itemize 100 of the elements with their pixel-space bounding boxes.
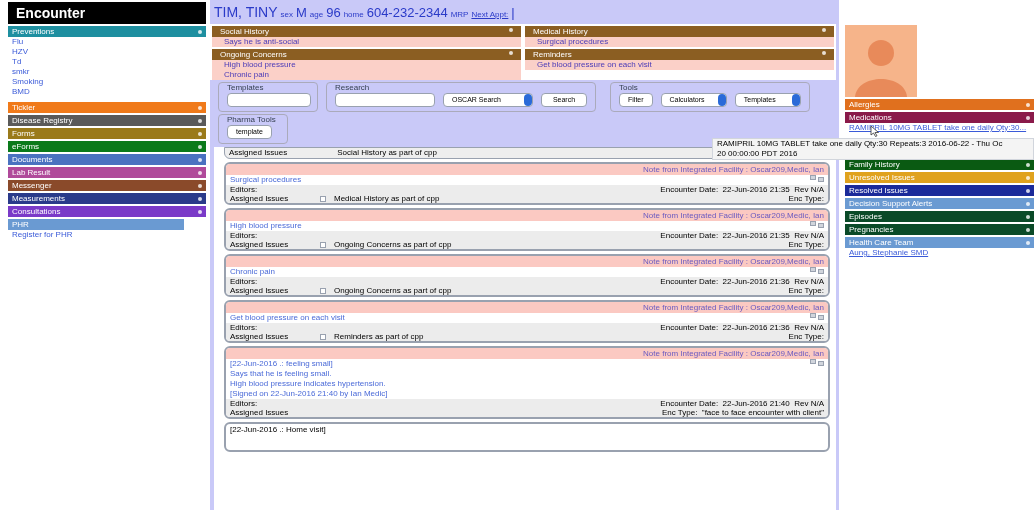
section-title: Episodes: [849, 211, 882, 222]
section-header[interactable]: Allergies: [845, 99, 1034, 110]
encounter-type: Enc Type: "face to face encounter with client": [661, 408, 824, 417]
cpp-item[interactable]: Surgical procedures: [525, 37, 834, 47]
section-header[interactable]: Pregnancies: [845, 224, 1034, 235]
prevention-item[interactable]: smkr: [8, 67, 206, 77]
section-title: Forms: [12, 128, 35, 139]
note-text[interactable]: [Signed on 22-Jun-2016 21:40 by Ian Medic]: [230, 389, 388, 399]
section-header[interactable]: Preventions: [8, 26, 206, 37]
assigned-issues-label: Assigned Issues: [230, 332, 290, 341]
issue-text: Medical History as part of cpp: [334, 194, 440, 203]
patient-info: 96: [326, 4, 341, 22]
patient-info: M: [296, 4, 307, 22]
expand-icon: [198, 105, 202, 110]
patient-info: |: [511, 4, 515, 22]
fieldset-legend: Tools: [619, 83, 801, 93]
note-text[interactable]: High blood pressure: [230, 221, 302, 231]
section-header[interactable]: Family History: [845, 159, 1034, 170]
issue-text: Ongoing Concerns as part of cpp: [334, 286, 452, 295]
note-text[interactable]: Surgical procedures: [230, 175, 302, 185]
note-header: Note from Integrated Facility : Oscar209,Medic, Ian: [226, 302, 828, 313]
issue-checkbox[interactable]: [320, 287, 326, 294]
patient-info: home: [343, 9, 364, 21]
editors-label: Editors:: [230, 185, 258, 194]
encounter-type: Enc Type:: [788, 332, 824, 341]
section-header[interactable]: Resolved Issues: [845, 185, 1034, 196]
expand-icon: [198, 209, 202, 214]
expand-icon: [198, 157, 202, 162]
expand-icon: [198, 183, 202, 188]
section-header[interactable]: Consultations: [8, 206, 206, 217]
dropdown-arrow-icon: [792, 94, 800, 106]
issue-checkbox[interactable]: [320, 241, 326, 248]
panel-item[interactable]: RAMIPRIL 10MG TABLET take one daily Qty:30...: [845, 123, 1034, 133]
panel-item[interactable]: Aung, Stephanie SMD: [845, 248, 1034, 258]
note-text[interactable]: Chronic pain: [230, 267, 275, 277]
note-text[interactable]: High blood pressure indicates hypertension.: [230, 379, 388, 389]
expand-icon: [1026, 162, 1030, 167]
prevention-item[interactable]: HZV: [8, 47, 206, 57]
research-search-field[interactable]: [335, 93, 435, 107]
note-text[interactable]: [22-Jun-2016 .: feeling small]: [230, 359, 388, 369]
expand-icon: [1026, 102, 1030, 107]
prevention-item[interactable]: Flu: [8, 37, 206, 47]
note-editor[interactable]: [22-Jun-2016 .: Home visit]: [224, 422, 830, 452]
cpp-item[interactable]: Chronic pain: [212, 70, 521, 80]
section-title: Documents: [12, 154, 53, 165]
section-title: Preventions: [12, 26, 55, 37]
encounter-type: Enc Type:: [788, 286, 824, 295]
section-header[interactable]: Lab Result: [8, 167, 206, 178]
cpp-header[interactable]: Social History: [212, 26, 521, 37]
register-link[interactable]: Register for PHR: [8, 230, 206, 240]
next-appointment-link[interactable]: Next Appt:: [471, 9, 509, 21]
note-header: Note from Integrated Facility : Oscar209,Medic, Ian: [226, 256, 828, 267]
encounter-type: Enc Type:: [788, 240, 824, 249]
issue-text: Social History as part of cpp: [337, 148, 437, 158]
section-header[interactable]: Forms: [8, 128, 206, 139]
issue-text: Reminders as part of cpp: [334, 332, 424, 341]
cpp-item[interactable]: Says he is anti-social: [212, 37, 521, 47]
cpp-item[interactable]: Get blood pressure on each visit: [525, 60, 834, 70]
section-title: Decision Support Alerts: [849, 198, 933, 209]
issue-checkbox[interactable]: [320, 333, 326, 340]
assigned-issues-label: Assigned Issues: [230, 286, 290, 295]
patient-name: TIM, TINY: [214, 3, 278, 22]
cpp-header[interactable]: Medical History: [525, 26, 834, 37]
expand-icon: [822, 28, 826, 32]
expand-icon: [1026, 240, 1030, 245]
note-header: Note from Integrated Facility : Oscar209,Medic, Ian: [226, 164, 828, 175]
section-title: Messenger: [12, 180, 52, 191]
issue-checkbox[interactable]: [320, 195, 326, 202]
section-header[interactable]: Medications: [845, 112, 1034, 123]
prevention-item[interactable]: Td: [8, 57, 206, 67]
cpp-item[interactable]: High blood pressure: [212, 60, 521, 70]
section-header[interactable]: Documents: [8, 154, 206, 165]
section-header[interactable]: eForms: [8, 141, 206, 152]
editors-label: Editors:: [230, 323, 258, 332]
assigned-issues-label: Assigned Issues: [230, 408, 290, 417]
note-header: Note from Integrated Facility : Oscar209,Medic, Ian: [226, 210, 828, 221]
patient-info: sex: [280, 9, 293, 21]
encounter-date: Encounter Date: 22-Jun-2016 21:36 Rev N/A: [660, 277, 824, 286]
encounter-date: Encounter Date: 22-Jun-2016 21:35 Rev N/A: [660, 185, 824, 194]
cpp-header[interactable]: Reminders: [525, 49, 834, 60]
section-title: Pregnancies: [849, 224, 894, 235]
tooltip-text: 20 00:00:00 PDT 2016: [717, 149, 799, 159]
expand-icon: [198, 144, 202, 149]
section-title: Allergies: [849, 99, 880, 110]
expand-icon: [198, 29, 202, 34]
section-header[interactable]: Disease Registry: [8, 115, 206, 126]
section-header[interactable]: Messenger: [8, 180, 206, 191]
template-search-field[interactable]: [227, 93, 311, 107]
section-header[interactable]: Measurements: [8, 193, 206, 204]
expand-icon: [198, 131, 202, 136]
section-header[interactable]: Episodes: [845, 211, 1034, 222]
section-title: Health Care Team: [849, 237, 914, 248]
note-text[interactable]: Get blood pressure on each visit: [230, 313, 345, 323]
patient-info: 604-232-2344: [366, 4, 448, 22]
expand-icon: [198, 118, 202, 123]
note-text[interactable]: Says that he is feeling small.: [230, 369, 388, 379]
expand-icon: [1026, 201, 1030, 206]
prevention-item[interactable]: BMD: [8, 87, 206, 97]
prevention-item[interactable]: Smoking: [8, 77, 206, 87]
cpp-header[interactable]: Ongoing Concerns: [212, 49, 521, 60]
